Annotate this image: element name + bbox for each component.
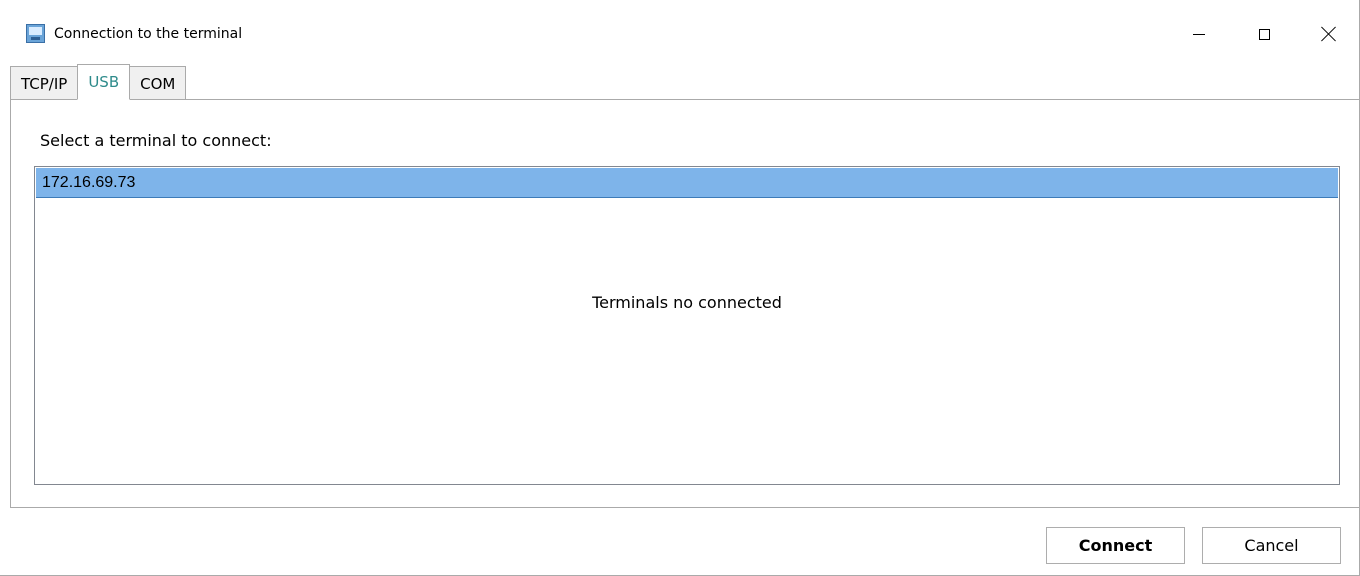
close-button[interactable] — [1306, 14, 1352, 54]
window-title: Connection to the terminal — [54, 26, 243, 42]
terminal-listbox[interactable]: 172.16.69.73 Terminals no connected — [34, 166, 1340, 485]
list-item-terminal[interactable]: 172.16.69.73 — [36, 168, 1338, 198]
cancel-button[interactable]: Cancel — [1202, 527, 1341, 564]
connect-button[interactable]: Connect — [1046, 527, 1185, 564]
footer-divider — [10, 507, 1359, 508]
minimize-button[interactable] — [1176, 14, 1222, 54]
select-terminal-label: Select a terminal to connect: — [40, 131, 272, 150]
panel-left-border — [10, 99, 11, 507]
tab-bar: TCP/IP USB COM — [10, 64, 187, 100]
close-icon — [1321, 26, 1337, 42]
maximize-button[interactable] — [1241, 14, 1287, 54]
empty-message: Terminals no connected — [592, 293, 782, 312]
tab-tcp-ip[interactable]: TCP/IP — [10, 66, 79, 100]
title-bar: Connection to the terminal — [0, 0, 1359, 64]
app-icon — [26, 24, 45, 43]
maximize-icon — [1258, 28, 1270, 40]
tab-usb[interactable]: USB — [77, 64, 131, 100]
tab-com[interactable]: COM — [129, 66, 187, 100]
tab-panel-border — [10, 99, 1359, 100]
dialog-window: Connection to the terminal TCP/IP USB CO… — [0, 0, 1360, 576]
minimize-icon — [1193, 33, 1205, 35]
